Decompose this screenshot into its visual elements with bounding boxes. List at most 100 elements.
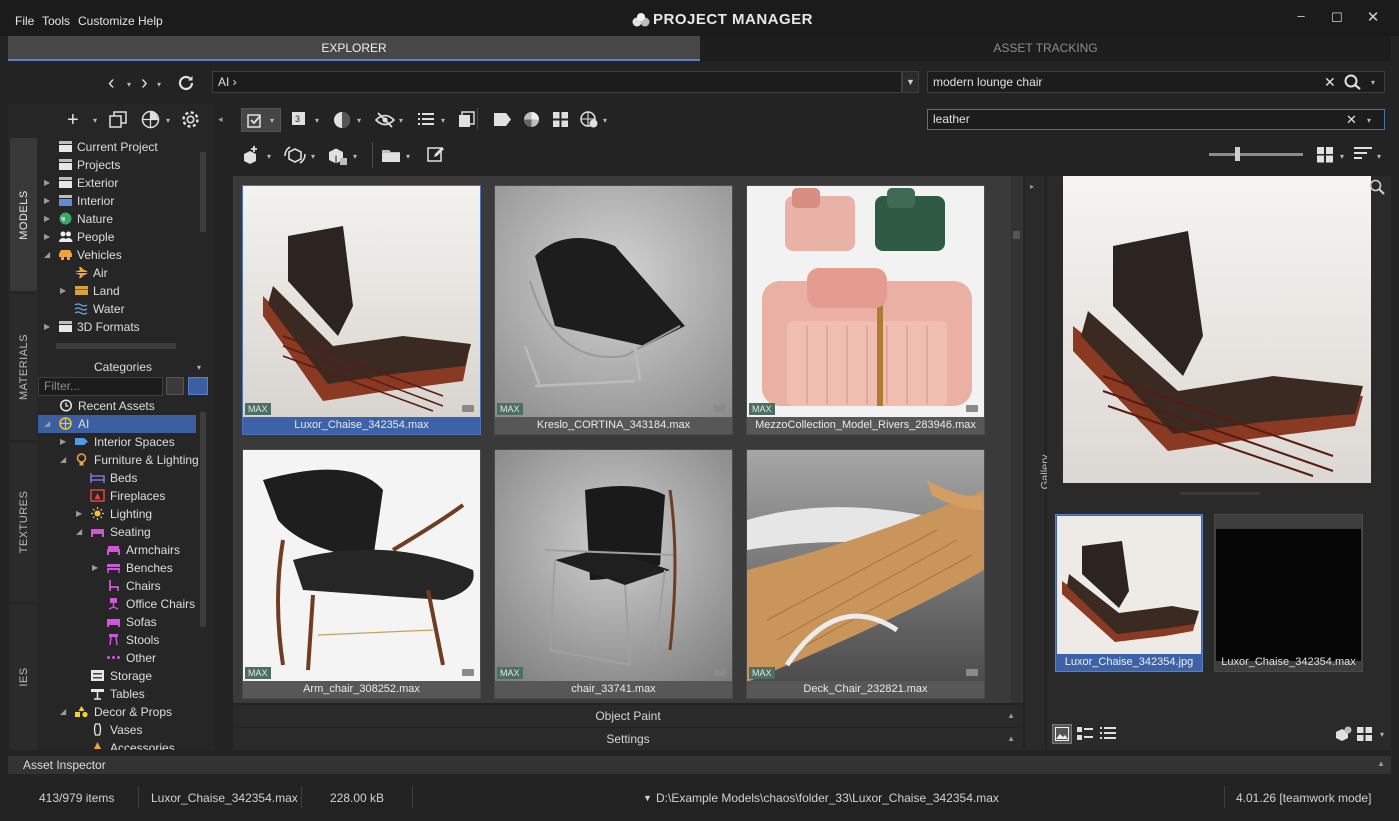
category-ai[interactable]: ◢ AI xyxy=(38,415,196,433)
forward-history-dropdown[interactable]: ▾ xyxy=(157,80,161,89)
grid-view-icon[interactable] xyxy=(552,111,569,131)
tag-icon[interactable] xyxy=(462,669,474,676)
tree-item-exterior[interactable]: ▶ Exterior xyxy=(38,174,203,192)
path-input[interactable]: AI › xyxy=(212,71,902,93)
filter-input[interactable]: leather xyxy=(927,109,1385,130)
category-other[interactable]: Other xyxy=(38,649,196,667)
visibility-dropdown[interactable]: ▾ xyxy=(399,116,403,125)
asset-card[interactable]: MAX Deck_Chair_232821.max xyxy=(746,449,985,699)
expand-icon[interactable]: ▲ xyxy=(1377,759,1385,768)
duplicate-icon[interactable] xyxy=(458,111,475,131)
expand-arrow-icon[interactable]: ▶ xyxy=(76,505,82,523)
path-dropdown-button[interactable]: ▼ xyxy=(902,71,919,93)
gallery-grid-icon[interactable] xyxy=(1356,726,1373,745)
gallery-item[interactable]: Luxor_Chaise_342354.max xyxy=(1214,514,1363,672)
tree-item-current-project[interactable]: Current Project xyxy=(38,138,203,156)
category-recent-assets[interactable]: Recent Assets xyxy=(38,397,196,415)
collapse-arrow-icon[interactable]: ◢ xyxy=(60,703,66,721)
thumbnail-size-slider[interactable] xyxy=(1209,153,1303,156)
asset-inspector-bar[interactable]: Asset Inspector ▲ xyxy=(8,756,1391,774)
category-stools[interactable]: Stools xyxy=(38,631,196,649)
expand-icon[interactable]: ▲ xyxy=(1007,705,1015,727)
add-dropdown[interactable]: ▾ xyxy=(93,116,97,125)
clear-search-icon[interactable]: ✕ xyxy=(1324,74,1336,91)
menu-tools[interactable]: Tools xyxy=(42,14,70,28)
xref-asset-icon[interactable] xyxy=(326,144,348,169)
menu-help[interactable]: Help xyxy=(138,14,163,28)
category-sofas[interactable]: Sofas xyxy=(38,613,196,631)
collapse-arrow-icon[interactable]: ◢ xyxy=(60,451,66,469)
category-fireplaces[interactable]: Fireplaces xyxy=(38,487,196,505)
side-tab-textures[interactable]: TEXTURES xyxy=(10,443,37,601)
search-options-dropdown[interactable]: ▾ xyxy=(1371,78,1375,87)
maximize-button[interactable]: ☐ xyxy=(1327,10,1347,26)
category-seating[interactable]: ◢ Seating xyxy=(38,523,196,541)
refresh-icon[interactable] xyxy=(176,73,196,96)
tree-item-nature[interactable]: ▶ Nature xyxy=(38,210,203,228)
asset-card[interactable]: MAX Arm_chair_308252.max xyxy=(242,449,481,699)
collapse-arrow-icon[interactable]: ◢ xyxy=(76,523,82,541)
back-button[interactable]: ‹ xyxy=(108,72,115,95)
category-benches[interactable]: ▶ Benches xyxy=(38,559,196,577)
sync-selection-icon[interactable] xyxy=(188,377,208,395)
tree-item-interior[interactable]: ▶ Interior xyxy=(38,192,203,210)
asset-card[interactable]: MAX chair_33741.max xyxy=(494,449,733,699)
layout-grid-icon[interactable] xyxy=(1316,146,1334,166)
expand-arrow-icon[interactable]: ▶ xyxy=(44,174,50,192)
tree-item-3d-formats[interactable]: ▶ 3D Formats xyxy=(38,318,203,336)
tab-asset-tracking[interactable]: ASSET TRACKING xyxy=(700,36,1391,61)
categories-dropdown[interactable]: ▾ xyxy=(197,363,201,372)
asset-card[interactable]: MAX MezzoCollection_Model_Rivers_283946.… xyxy=(746,185,985,435)
side-tab-materials[interactable]: MATERIALS xyxy=(10,294,37,440)
edit-icon[interactable] xyxy=(427,146,445,166)
category-filter-input[interactable]: Filter... xyxy=(38,377,163,396)
expand-gallery-icon[interactable]: ▸ xyxy=(1030,182,1034,191)
category-decor-props[interactable]: ◢ Decor & Props xyxy=(38,703,196,721)
assets-3d-icon[interactable] xyxy=(1333,725,1353,745)
globe-icon[interactable] xyxy=(141,110,160,132)
zoom-icon[interactable] xyxy=(1369,179,1385,198)
shading-dropdown[interactable]: ▾ xyxy=(357,116,361,125)
tree-item-land[interactable]: ▶ Land xyxy=(38,282,203,300)
tag-icon[interactable] xyxy=(966,669,978,676)
category-beds[interactable]: Beds xyxy=(38,469,196,487)
view-mode-icon[interactable]: 3 xyxy=(291,111,309,131)
add-to-scene-dropdown[interactable]: ▾ xyxy=(267,152,271,161)
image-view-icon[interactable] xyxy=(1052,724,1072,744)
category-office-chairs[interactable]: Office Chairs xyxy=(38,595,196,613)
back-history-dropdown[interactable]: ▾ xyxy=(127,80,131,89)
expand-arrow-icon[interactable]: ▶ xyxy=(92,559,98,577)
collapse-left-panel-icon[interactable]: ◂ xyxy=(218,114,223,125)
category-chairs[interactable]: Chairs xyxy=(38,577,196,595)
side-tab-models[interactable]: MODELS xyxy=(10,138,37,291)
side-tab-ies[interactable]: IES xyxy=(10,604,37,750)
category-tables[interactable]: Tables xyxy=(38,685,196,703)
tag-icon[interactable] xyxy=(714,405,726,412)
list-view-icon[interactable] xyxy=(1099,726,1117,745)
collapse-all-icon[interactable] xyxy=(166,377,184,395)
thumbnail-size-handle[interactable] xyxy=(1235,147,1240,161)
add-to-scene-icon[interactable] xyxy=(240,144,262,169)
gallery-grid-dropdown[interactable]: ▾ xyxy=(1380,730,1384,739)
menu-customize[interactable]: Customize xyxy=(78,14,135,28)
detail-view-icon[interactable] xyxy=(1076,726,1094,745)
visibility-off-icon[interactable] xyxy=(374,111,396,132)
gear-icon[interactable] xyxy=(181,110,200,132)
expand-arrow-icon[interactable]: ▶ xyxy=(44,210,50,228)
expand-icon[interactable]: ▲ xyxy=(1007,728,1015,750)
grid-scrollbar[interactable] xyxy=(1011,176,1022,703)
search-icon[interactable] xyxy=(1344,74,1362,93)
list-view-dropdown[interactable]: ▾ xyxy=(441,116,445,125)
view-mode-dropdown[interactable]: ▾ xyxy=(315,116,319,125)
category-lighting[interactable]: ▶ Lighting xyxy=(38,505,196,523)
menu-file[interactable]: File xyxy=(15,14,34,28)
preview-splitter[interactable] xyxy=(1180,492,1260,495)
category-scrollbar[interactable] xyxy=(200,412,206,627)
layout-grid-dropdown[interactable]: ▾ xyxy=(1340,152,1344,161)
forward-button[interactable]: › xyxy=(141,72,148,95)
object-paint-panel[interactable]: Object Paint ▲ xyxy=(233,705,1023,727)
tree-item-people[interactable]: ▶ People xyxy=(38,228,203,246)
folder-icon[interactable] xyxy=(381,146,401,166)
category-storage[interactable]: Storage xyxy=(38,667,196,685)
expand-arrow-icon[interactable]: ▶ xyxy=(60,282,66,300)
